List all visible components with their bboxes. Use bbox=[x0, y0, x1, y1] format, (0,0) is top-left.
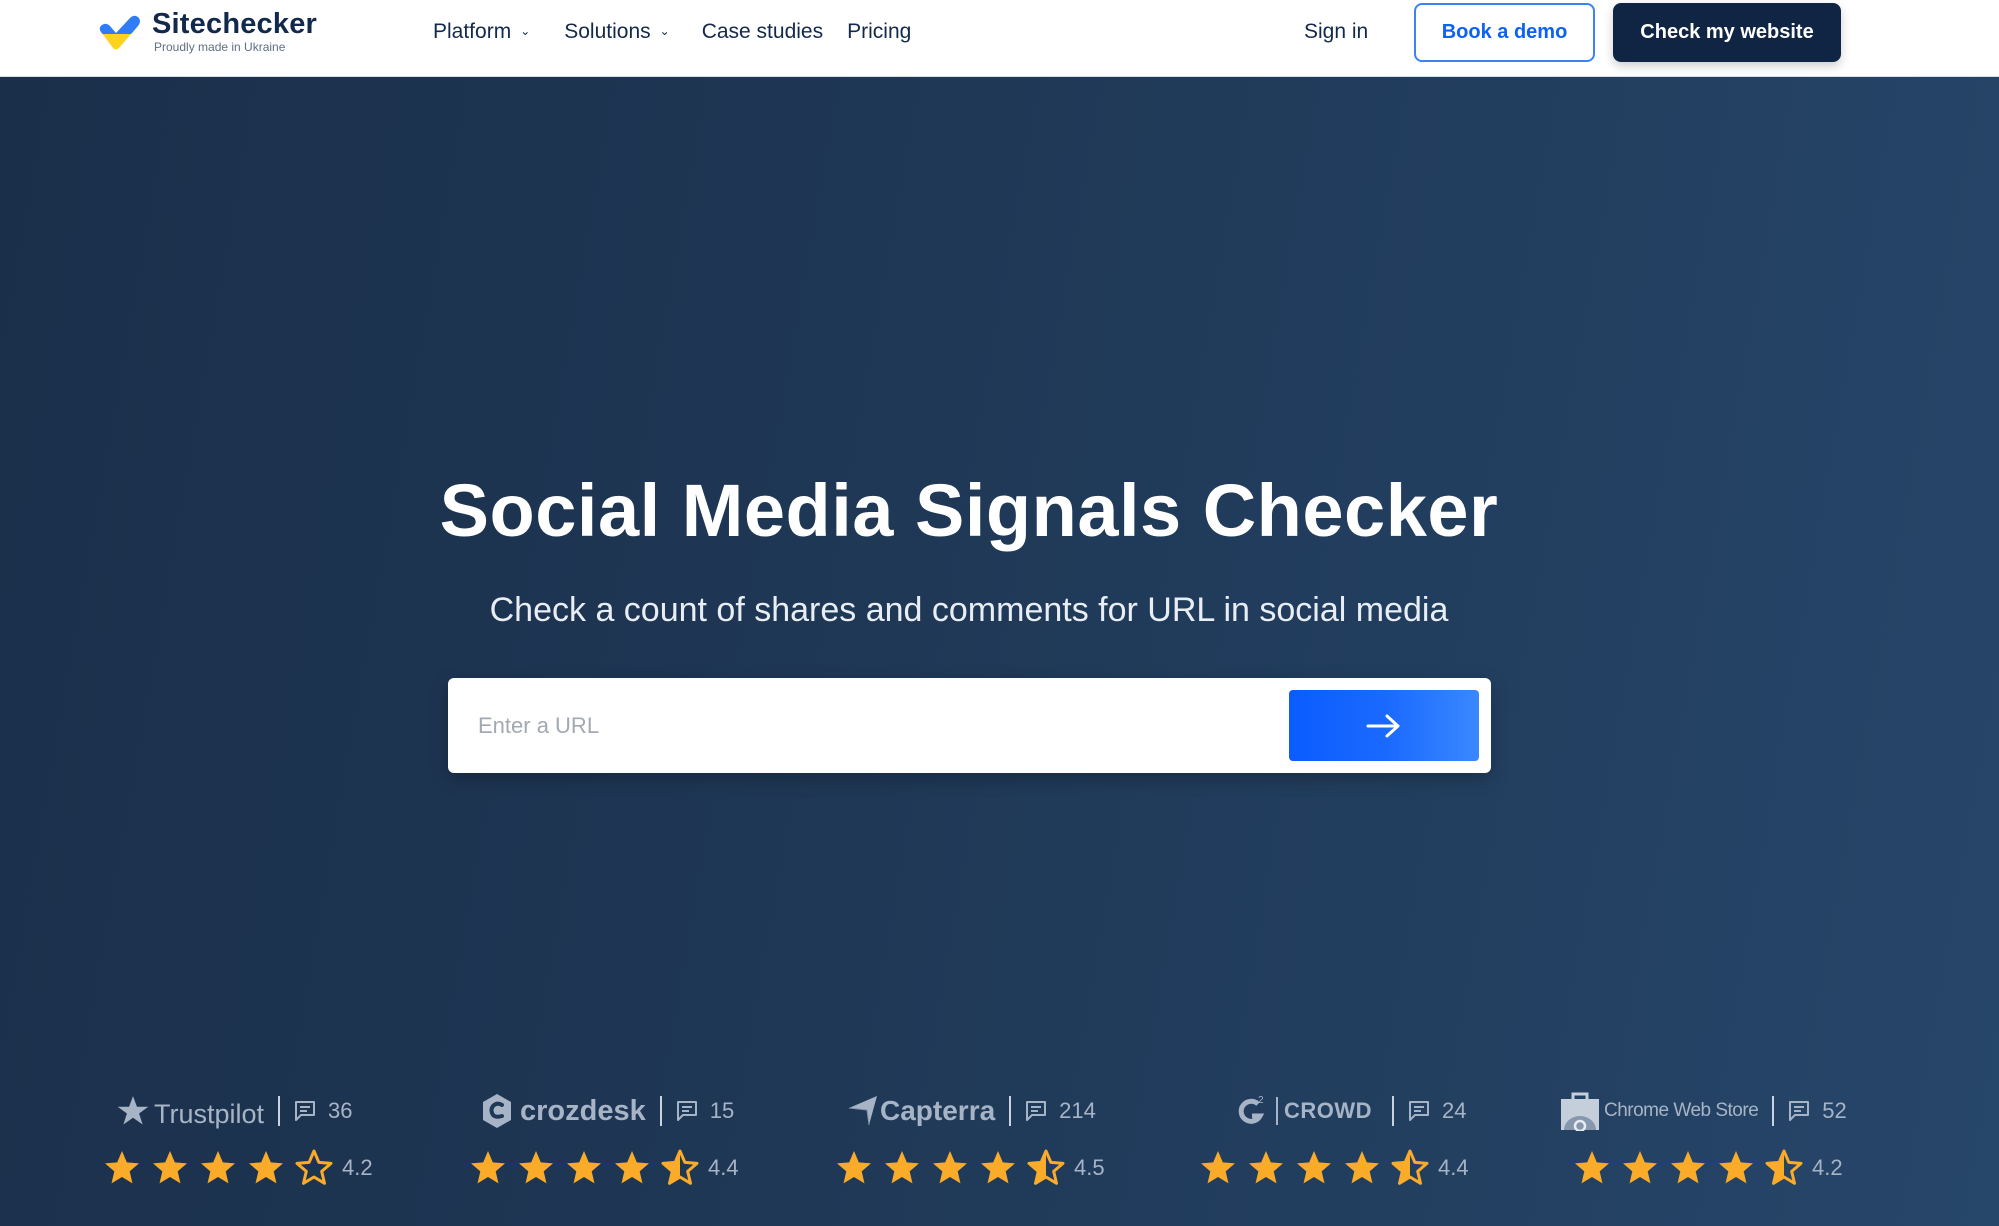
star-filled-icon bbox=[201, 1151, 235, 1184]
site-header: Sitechecker Proudly made in Ukraine Plat… bbox=[0, 0, 1999, 77]
review-count: 214 bbox=[1025, 1098, 1096, 1124]
chrome-web-store-link[interactable]: Chrome Web Store bbox=[1560, 1091, 1759, 1131]
main-nav: Platform ⌄ Solutions ⌄ Case studies Pric… bbox=[433, 0, 935, 64]
star-filled-icon bbox=[471, 1151, 505, 1184]
star-filled-icon bbox=[1623, 1151, 1657, 1184]
capterra-link[interactable]: Capterra bbox=[848, 1095, 995, 1127]
divider bbox=[1392, 1096, 1395, 1126]
nav-label: Platform bbox=[433, 20, 512, 43]
star-filled-icon bbox=[1345, 1151, 1379, 1184]
page-subtitle: Check a count of shares and comments for… bbox=[489, 591, 1449, 629]
comment-icon bbox=[1789, 1101, 1810, 1121]
url-search-form bbox=[448, 678, 1491, 773]
nav-item-case-studies[interactable]: Case studies bbox=[702, 20, 823, 44]
nav-label: Solutions bbox=[564, 20, 651, 43]
star-rating: 4.4 bbox=[468, 1148, 739, 1188]
star-filled-icon bbox=[1575, 1151, 1609, 1184]
rating-score: 4.2 bbox=[1812, 1155, 1843, 1180]
rating-score: 4.5 bbox=[1074, 1155, 1105, 1180]
platform-name: Capterra bbox=[880, 1095, 996, 1126]
platform-name: CROWD bbox=[1284, 1098, 1373, 1123]
star-filled-icon bbox=[567, 1151, 601, 1184]
platform-name: crozdesk bbox=[520, 1094, 646, 1127]
star-filled-icon bbox=[1249, 1151, 1283, 1184]
chrome-web-store-icon bbox=[1561, 1092, 1599, 1131]
star-filled-icon bbox=[1297, 1151, 1331, 1184]
divider bbox=[1772, 1096, 1775, 1126]
g2-crowd-link[interactable]: 2 CROWD bbox=[1236, 1094, 1372, 1128]
nav-label: Case studies bbox=[701, 20, 824, 43]
comment-icon bbox=[295, 1101, 316, 1121]
comment-icon bbox=[1026, 1101, 1047, 1121]
capterra-arrow-icon bbox=[848, 1096, 877, 1126]
star-half-icon bbox=[1391, 1149, 1429, 1185]
crozdesk-logo-icon bbox=[483, 1094, 511, 1128]
star-filled-icon bbox=[933, 1151, 967, 1184]
review-count: 52 bbox=[1788, 1098, 1847, 1124]
nav-label: Pricing bbox=[847, 20, 912, 43]
heart-check-logo-icon bbox=[99, 15, 140, 50]
star-half-icon bbox=[661, 1149, 699, 1185]
g2-logo-icon: 2 bbox=[1238, 1095, 1265, 1124]
submit-url-button[interactable] bbox=[1289, 690, 1479, 761]
comment-icon bbox=[1409, 1101, 1430, 1121]
review-count: 15 bbox=[676, 1098, 734, 1124]
hero-section bbox=[0, 77, 1999, 1226]
star-filled-icon bbox=[153, 1151, 187, 1184]
rating-score: 4.4 bbox=[1438, 1155, 1469, 1180]
trustpilot-link[interactable]: Trustpilot bbox=[116, 1093, 264, 1130]
star-rating: 4.2 bbox=[1572, 1148, 1843, 1188]
star-filled-icon bbox=[1671, 1151, 1705, 1184]
rating-score: 4.4 bbox=[708, 1155, 739, 1180]
star-filled-icon bbox=[1201, 1151, 1235, 1184]
svg-text:2: 2 bbox=[1258, 1095, 1264, 1106]
g2-divider bbox=[1276, 1097, 1278, 1125]
arrow-right-icon bbox=[1366, 714, 1400, 737]
trustpilot-star-icon bbox=[117, 1096, 149, 1125]
star-filled-icon bbox=[1719, 1151, 1753, 1184]
star-filled-icon bbox=[615, 1151, 649, 1184]
comment-icon bbox=[676, 1101, 697, 1121]
divider bbox=[659, 1096, 662, 1126]
nav-item-platform[interactable]: Platform ⌄ bbox=[433, 20, 530, 44]
url-input[interactable] bbox=[478, 698, 1258, 753]
review-count: 24 bbox=[1408, 1098, 1467, 1124]
logo-tagline: Proudly made in Ukraine bbox=[154, 40, 286, 54]
star-filled-icon bbox=[105, 1151, 139, 1184]
star-filled-icon bbox=[519, 1151, 553, 1184]
logo-name: Sitechecker bbox=[152, 8, 318, 40]
ratings-bar: Trustpilot 36 4.2 crozdesk 15 4.4 Capter… bbox=[0, 1080, 1999, 1200]
nav-item-pricing[interactable]: Pricing bbox=[847, 20, 911, 44]
star-filled-icon bbox=[837, 1151, 871, 1184]
star-half-icon bbox=[1765, 1149, 1803, 1185]
star-filled-icon bbox=[249, 1151, 283, 1184]
star-filled-icon bbox=[981, 1151, 1015, 1184]
sign-in-link[interactable]: Sign in bbox=[1304, 0, 1368, 64]
crozdesk-link[interactable]: crozdesk bbox=[478, 1092, 646, 1130]
check-my-website-button[interactable]: Check my website bbox=[1613, 3, 1841, 62]
platform-name: Trustpilot bbox=[154, 1098, 265, 1129]
star-rating: 4.2 bbox=[102, 1148, 373, 1188]
star-rating: 4.5 bbox=[834, 1148, 1105, 1188]
star-empty-icon bbox=[295, 1149, 333, 1185]
divider bbox=[1009, 1096, 1012, 1126]
chevron-down-icon: ⌄ bbox=[520, 24, 531, 38]
review-count: 36 bbox=[294, 1098, 353, 1124]
divider bbox=[278, 1096, 281, 1126]
nav-item-solutions[interactable]: Solutions ⌄ bbox=[564, 20, 669, 44]
star-half-icon bbox=[1027, 1149, 1065, 1185]
rating-score: 4.2 bbox=[342, 1155, 373, 1180]
page-title: Social Media Signals Checker bbox=[439, 469, 1499, 552]
book-demo-button[interactable]: Book a demo bbox=[1414, 3, 1595, 62]
sitechecker-logo[interactable]: Sitechecker Proudly made in Ukraine bbox=[98, 8, 317, 54]
star-rating: 4.4 bbox=[1198, 1148, 1469, 1188]
star-filled-icon bbox=[885, 1151, 919, 1184]
platform-name: Chrome Web Store bbox=[1604, 1100, 1759, 1121]
chevron-down-icon: ⌄ bbox=[659, 24, 670, 38]
